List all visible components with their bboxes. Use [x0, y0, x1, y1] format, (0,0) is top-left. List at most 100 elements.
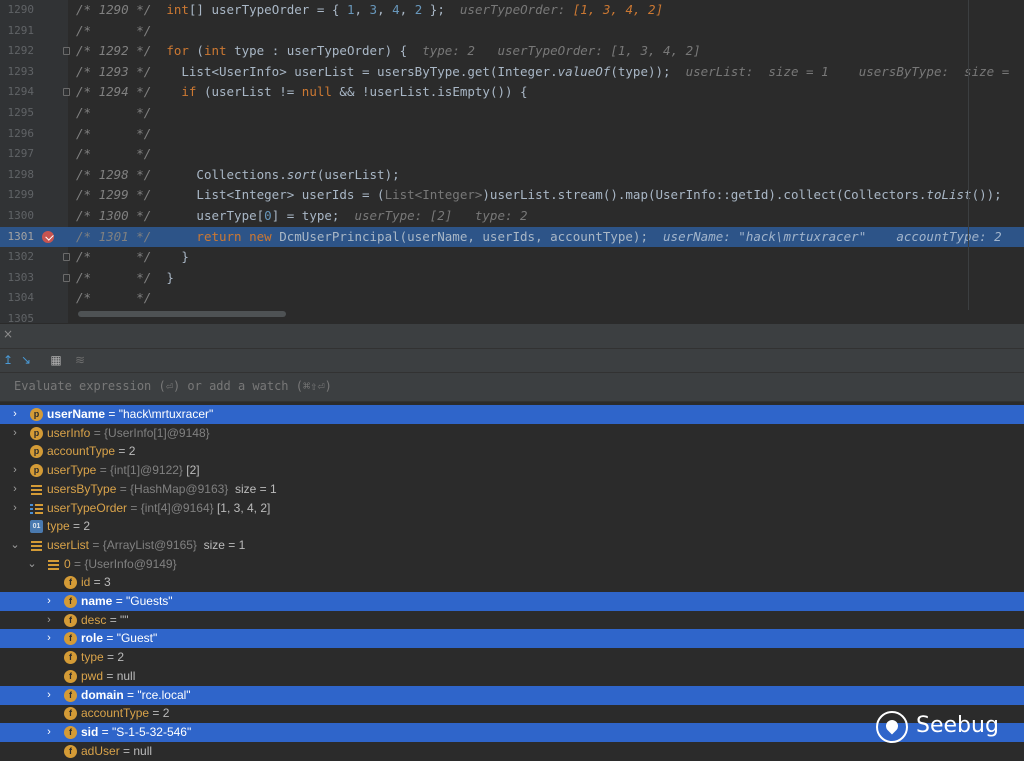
- chevron-down-icon[interactable]: ⌄: [27, 555, 37, 574]
- variable-row[interactable]: ⌄ userList = {ArrayList@9165} size = 1: [0, 536, 1024, 555]
- code-line[interactable]: 1301 /* 1301 */ return new DcmUserPrincip…: [0, 226, 1024, 247]
- code-line[interactable]: 1293 /* 1293 */ List<UserInfo> userList =…: [0, 62, 1024, 82]
- field-icon: f: [64, 632, 77, 646]
- code-line[interactable]: 1297 /* */: [0, 144, 1024, 164]
- variable-reference: = {UserInfo@9149}: [70, 556, 177, 571]
- table-view-icon[interactable]: ▦: [48, 353, 64, 367]
- code-text: /* 1299 */ List<Integer> userIds = (List…: [76, 185, 1002, 205]
- chevron-right-icon[interactable]: ›: [44, 629, 54, 648]
- chevron-right-icon[interactable]: ›: [10, 461, 20, 480]
- variable-row[interactable]: p accountType = 2: [0, 442, 1024, 461]
- run-to-cursor-icon[interactable]: ↘: [18, 353, 34, 367]
- code-token: userType[: [151, 208, 265, 223]
- field-icon: f: [64, 651, 77, 665]
- variable-row[interactable]: › p userInfo = {UserInfo[1]@9148}: [0, 424, 1024, 443]
- variable-row[interactable]: › p userType = {int[1]@9122} [2]: [0, 461, 1024, 480]
- variable-row[interactable]: › f domain = "rce.local": [0, 685, 1024, 705]
- code-line[interactable]: 1292 /* 1292 */ for (int type : userTypeO…: [0, 41, 1024, 61]
- variable-row[interactable]: f type = 2: [0, 648, 1024, 667]
- variable-row[interactable]: › usersByType = {HashMap@9163} size = 1: [0, 480, 1024, 499]
- variable-text: userTypeOrder = {int[4]@9164} [1, 3, 4, …: [47, 499, 270, 518]
- chevron-down-icon[interactable]: ⌄: [10, 536, 20, 555]
- variable-row[interactable]: › f role = "Guest": [0, 629, 1024, 649]
- code-token: )userList.stream().map(UserInfo::getId).…: [482, 187, 927, 203]
- variable-text: role = "Guest": [81, 629, 157, 648]
- line-number: 1294: [7, 85, 35, 99]
- variable-text: desc = "": [81, 611, 129, 630]
- variable-name: userTypeOrder: [47, 500, 128, 515]
- code-token: List<Integer>: [384, 187, 483, 203]
- evaluate-expression-field[interactable]: Evaluate expression (⏎) or add a watch (…: [0, 372, 1024, 402]
- code-text: /* */: [76, 103, 151, 123]
- variable-row[interactable]: f id = 3: [0, 573, 1024, 592]
- code-line[interactable]: 1303 /* */ }: [0, 268, 1024, 288]
- line-comment: /* 1300 */: [76, 208, 152, 223]
- fold-marker-icon[interactable]: [63, 273, 70, 282]
- chevron-right-icon[interactable]: ›: [10, 480, 20, 499]
- chevron-right-icon[interactable]: ›: [44, 723, 54, 742]
- fold-marker-icon[interactable]: [63, 253, 70, 262]
- fold-marker-icon[interactable]: [63, 47, 70, 56]
- variable-value: size = 1: [228, 481, 277, 496]
- settings-icon[interactable]: ≋: [72, 353, 88, 367]
- seebug-watermark: Seebug: [876, 707, 1016, 747]
- variable-row[interactable]: › p userName = "hack\mrtuxracer": [0, 405, 1024, 424]
- code-line[interactable]: 1290 /* 1290 */ int[] userTypeOrder = { 1…: [0, 0, 1024, 20]
- variable-row[interactable]: 01 type = 2: [0, 517, 1024, 536]
- code-line[interactable]: 1295 /* */: [0, 103, 1024, 123]
- variable-row[interactable]: › userTypeOrder = {int[4]@9164} [1, 3, 4,…: [0, 499, 1024, 518]
- code-line[interactable]: 1296 /* */: [0, 124, 1024, 144]
- chevron-right-icon[interactable]: ›: [10, 405, 20, 424]
- parameter-icon: p: [30, 408, 43, 421]
- inline-value-text: userType: [2] type: 2: [339, 208, 528, 223]
- chevron-right-icon[interactable]: ›: [44, 611, 54, 630]
- code-line[interactable]: 1294 /* 1294 */ if (userList != null && !…: [0, 82, 1024, 102]
- close-icon[interactable]: ×: [3, 327, 13, 341]
- chevron-right-icon[interactable]: ›: [44, 686, 54, 705]
- variable-row[interactable]: f pwd = null: [0, 667, 1024, 686]
- code-token: int: [166, 2, 189, 17]
- variable-row[interactable]: › f name = "Guests": [0, 592, 1024, 611]
- field-icon: f: [64, 688, 77, 702]
- field-icon: f: [64, 613, 77, 627]
- variable-row[interactable]: ⌄ 0 = {UserInfo@9149}: [0, 555, 1024, 574]
- variable-text: userInfo = {UserInfo[1]@9148}: [47, 424, 210, 443]
- code-line[interactable]: 1299 /* 1299 */ List<Integer> userIds = (…: [0, 185, 1024, 205]
- line-comment: /* */: [76, 125, 152, 141]
- code-line[interactable]: 1291 /* */: [0, 21, 1024, 41]
- code-text: /* 1301 */ return new DcmUserPrincipal(u…: [76, 227, 1002, 247]
- line-number: 1302: [7, 250, 35, 264]
- variable-row[interactable]: f adUser = null: [0, 742, 1024, 761]
- variable-name: sid: [81, 724, 99, 739]
- line-comment: /* */: [76, 290, 152, 306]
- inline-debug-value: type: 2 userTypeOrder: [1, 3, 4, 2]: [407, 43, 700, 58]
- fold-marker-icon[interactable]: [63, 88, 70, 97]
- code-text: /* 1294 */ if (userList != null && !user…: [76, 82, 528, 102]
- code-line[interactable]: 1304 /* */: [0, 288, 1024, 308]
- variable-row[interactable]: › f desc = "": [0, 611, 1024, 630]
- chevron-right-icon[interactable]: ›: [10, 424, 20, 443]
- code-line[interactable]: 1300 /* 1300 */ userType[0] = type; userT…: [0, 206, 1024, 226]
- variable-text: domain = "rce.local": [81, 686, 191, 705]
- code-token: 4: [392, 2, 400, 17]
- primitive-icon: 01: [30, 520, 43, 534]
- variable-row[interactable]: f accountType = 2: [0, 704, 1024, 723]
- variable-name: usersByType: [47, 481, 117, 496]
- variable-row[interactable]: › f sid = "S-1-5-32-546": [0, 722, 1024, 742]
- horizontal-scrollbar[interactable]: [78, 311, 286, 317]
- variable-name: 0: [64, 556, 71, 571]
- variable-name: userType: [47, 463, 97, 478]
- breakpoint-icon[interactable]: [42, 230, 54, 243]
- chevron-right-icon[interactable]: ›: [10, 499, 20, 518]
- code-line[interactable]: 1302 /* */ }: [0, 247, 1024, 267]
- code-editor[interactable]: 1290/* 1290 */ int[] userTypeOrder = { 1…: [0, 0, 1024, 323]
- code-token: null: [301, 84, 332, 100]
- code-text: /* */: [76, 288, 151, 308]
- code-token: List<Integer> userIds = (: [151, 187, 385, 203]
- variable-name: adUser: [81, 743, 120, 758]
- code-line[interactable]: 1298 /* 1298 */ Collections.sort(userList…: [0, 165, 1024, 185]
- code-token: for: [166, 43, 189, 59]
- chevron-right-icon[interactable]: ›: [44, 592, 54, 611]
- step-out-icon[interactable]: ↥: [0, 353, 16, 367]
